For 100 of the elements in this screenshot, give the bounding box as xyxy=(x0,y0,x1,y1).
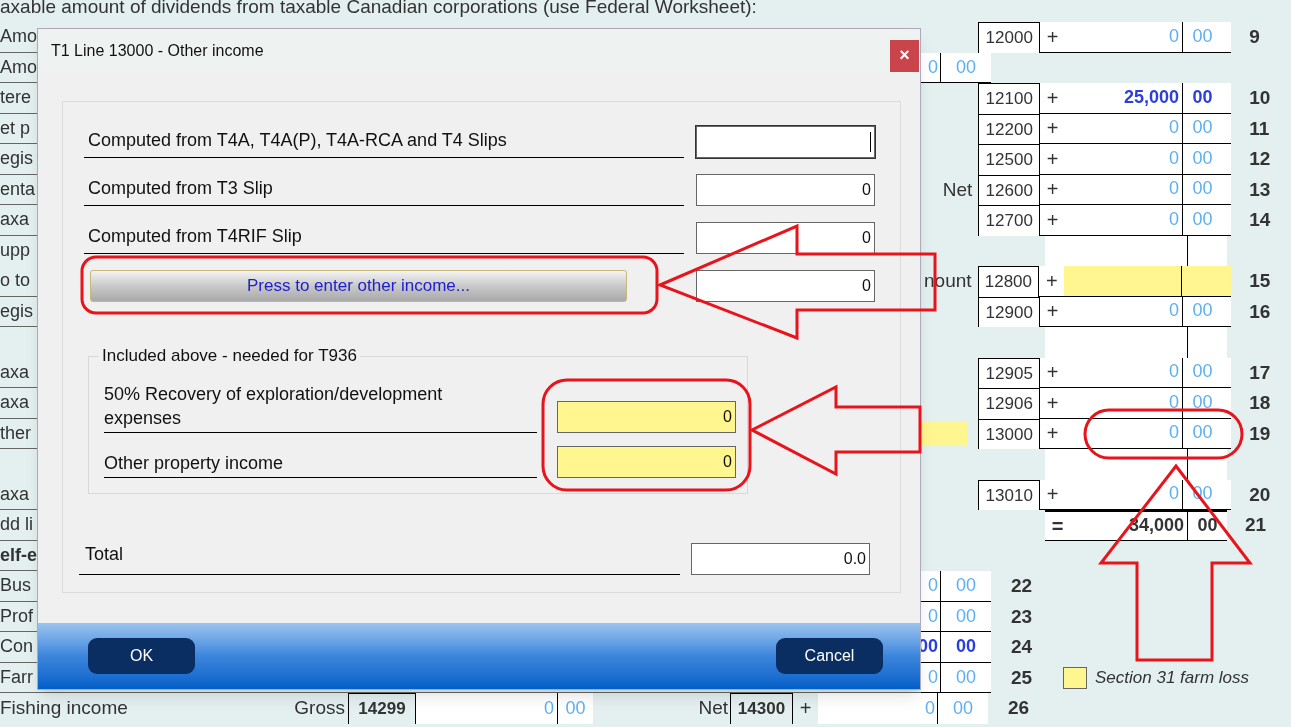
line-number: 24 xyxy=(1010,635,1034,659)
field-label: 50% Recovery of exploration/development expenses xyxy=(104,382,537,433)
input-field[interactable] xyxy=(696,126,875,158)
input-field[interactable]: 0 xyxy=(557,446,736,478)
row-label: axa xyxy=(0,482,30,506)
plus-sign: + xyxy=(1045,482,1060,508)
cents-value: 00 xyxy=(1191,24,1214,48)
plus-sign: + xyxy=(1045,177,1060,203)
line-code: 13010 xyxy=(978,479,1041,510)
cents-value: 00 xyxy=(941,632,991,663)
amount-value: 0 xyxy=(1065,174,1184,204)
legend-swatch xyxy=(1063,666,1087,689)
row-label: o to xyxy=(0,269,31,293)
cents-value: 00 xyxy=(941,662,991,693)
amount-value: 0 xyxy=(921,662,941,693)
cents-value: 00 xyxy=(1191,207,1214,231)
plus-sign: + xyxy=(1045,146,1060,172)
row-label: Amo xyxy=(0,25,37,49)
cents-value: 00 xyxy=(1191,146,1214,170)
plus-sign: + xyxy=(1045,299,1060,325)
net-label: Net xyxy=(697,696,729,720)
cents-value: 00 xyxy=(1196,514,1219,538)
line-code: 12100 xyxy=(978,83,1041,114)
row-label: tere xyxy=(0,86,32,110)
plus-sign: + xyxy=(1045,390,1060,416)
legend-label: Section 31 farm loss xyxy=(1095,667,1249,689)
row-label: upp xyxy=(0,239,31,263)
dialog-title: T1 Line 13000 - Other income xyxy=(51,41,264,61)
row-label: Con xyxy=(0,635,34,659)
plus-sign: + xyxy=(1045,421,1060,447)
line-code: 13000 xyxy=(978,418,1041,449)
line-code: 12200 xyxy=(978,113,1041,144)
gross-label: Gross xyxy=(293,696,346,720)
row-label: Fishing income xyxy=(0,696,128,720)
line-number: 10 xyxy=(1248,86,1272,110)
amount-value: 0 xyxy=(1065,296,1184,326)
input-field[interactable]: 0 xyxy=(557,401,736,433)
row-label: elf-e xyxy=(0,543,37,567)
line-number: 18 xyxy=(1248,391,1272,415)
line-number: 21 xyxy=(1244,513,1268,537)
cents-value: 00 xyxy=(1191,421,1214,444)
amount-value: 0 xyxy=(921,571,941,602)
field-label: Total xyxy=(79,541,680,575)
amount-value: 0 xyxy=(1065,22,1184,52)
cents-value: 00 xyxy=(1191,299,1214,322)
form-heading: axable amount of dividends from taxable Canadian corporations (use Federal Worksheet): xyxy=(0,0,757,19)
enter-income-button[interactable]: Press to enter other income... xyxy=(90,270,627,302)
line-number: 22 xyxy=(1010,574,1034,598)
row-label: Bus xyxy=(0,574,32,598)
plus-sign: + xyxy=(1045,85,1060,111)
amount-value: 0 xyxy=(416,693,558,724)
row-label: axa xyxy=(0,391,30,415)
prefix-label: Net xyxy=(942,177,973,202)
cents-value: 00 xyxy=(1191,116,1214,139)
cents-value: 00 xyxy=(1191,85,1214,109)
plus-sign: + xyxy=(1045,207,1060,233)
line-number: 19 xyxy=(1248,421,1272,446)
input-field[interactable]: 0 xyxy=(696,174,875,206)
cents-value: 00 xyxy=(1191,390,1214,414)
line-number: 16 xyxy=(1248,299,1272,324)
line-number: 20 xyxy=(1248,482,1272,507)
line-number: 12 xyxy=(1248,147,1272,171)
cents-value: 00 xyxy=(1191,360,1214,383)
line-code: 12600 xyxy=(978,174,1041,205)
amount-value: 25,000 xyxy=(1065,83,1184,113)
row-label: enta xyxy=(0,177,36,201)
row-label: Amo xyxy=(0,55,37,79)
line-number: 23 xyxy=(1010,604,1034,629)
amount-value: 0 xyxy=(1065,388,1184,418)
row-label: axa xyxy=(0,208,30,232)
row-label: et p xyxy=(0,116,31,140)
amount-value: 0 xyxy=(818,693,938,724)
cents-value: 00 xyxy=(941,601,991,632)
line-code: 12905 xyxy=(978,357,1041,388)
plus-sign: + xyxy=(1045,116,1060,142)
plus-sign: + xyxy=(798,696,813,722)
dialog-button[interactable]: Cancel xyxy=(776,638,883,674)
amount-value: 0 xyxy=(1065,357,1184,387)
line-number: 13 xyxy=(1248,177,1272,202)
line-code: 14300 xyxy=(730,693,793,724)
row-label: egis xyxy=(0,299,34,323)
input-field[interactable]: 0 xyxy=(696,222,875,254)
plus-sign: + xyxy=(1045,24,1060,50)
amount-value: 0 xyxy=(921,52,941,83)
input-field[interactable]: 0.0 xyxy=(691,543,870,575)
line-code: 12000 xyxy=(978,22,1041,53)
total-value: 34,000 xyxy=(1070,512,1188,540)
line-number: 14 xyxy=(1248,208,1272,232)
cents-value: 00 xyxy=(941,52,991,83)
cents-value: 00 xyxy=(558,693,593,724)
amount-value: 0 xyxy=(1065,479,1184,509)
cents-value: 00 xyxy=(1191,177,1214,200)
equals-sign: = xyxy=(1050,513,1065,539)
line-code: 12500 xyxy=(978,144,1041,175)
line-number: 9 xyxy=(1248,25,1261,49)
input-field[interactable]: 0 xyxy=(696,270,875,302)
line-code: 12900 xyxy=(978,296,1041,327)
close-button[interactable]: × xyxy=(890,39,919,72)
field-label: Computed from T4RIF Slip xyxy=(84,223,684,254)
dialog-button[interactable]: OK xyxy=(88,638,195,674)
